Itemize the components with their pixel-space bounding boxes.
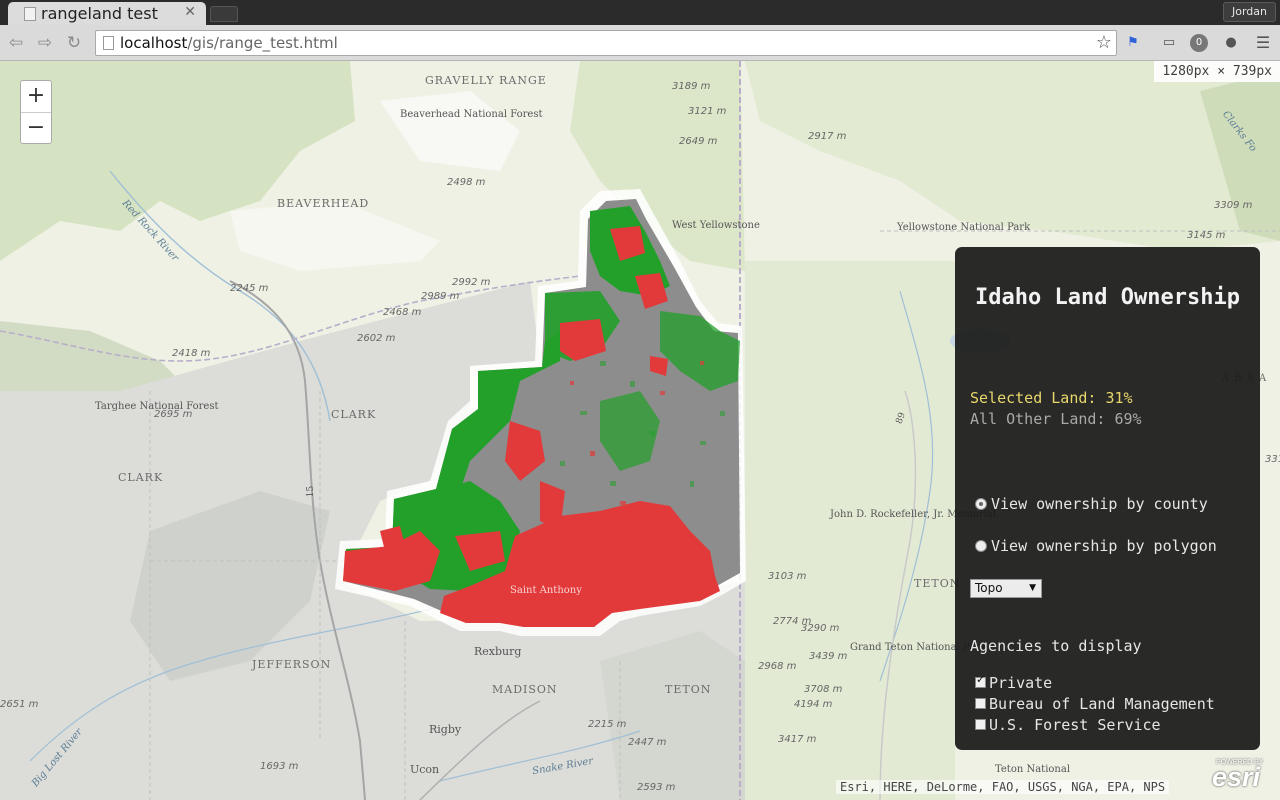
profile-button[interactable]: Jordan bbox=[1223, 2, 1276, 22]
radio-county-label: View ownership by county bbox=[991, 495, 1208, 513]
elevation-label: 2418 m bbox=[172, 348, 211, 359]
reddit-extension-icon[interactable]: ● bbox=[1222, 34, 1240, 52]
agency-private-option[interactable]: Private bbox=[975, 673, 1053, 692]
beaverhead-nf-label: Beaverhead National Forest bbox=[400, 109, 542, 120]
checkbox-icon[interactable] bbox=[975, 698, 986, 709]
rockefeller-label: John D. Rockefeller, Jr. Memorial bbox=[830, 509, 996, 520]
elevation-label: 3189 m bbox=[672, 81, 711, 92]
teton-wy-label: TETON bbox=[914, 577, 961, 590]
elevation-label: 2649 m bbox=[679, 136, 718, 147]
grand-teton-np-label: Grand Teton National Park bbox=[850, 642, 986, 653]
route-15-shield: 15 bbox=[306, 485, 317, 498]
map-attribution: Esri, HERE, DeLorme, FAO, USGS, NGA, EPA… bbox=[836, 780, 1170, 794]
west-yellowstone-label: West Yellowstone bbox=[672, 220, 760, 231]
elevation-label: 2215 m bbox=[588, 719, 627, 730]
elevation-label: 1693 m bbox=[260, 761, 299, 772]
checkbox-checked-icon[interactable] bbox=[975, 673, 986, 688]
tab-title: rangeland test bbox=[41, 4, 158, 23]
st-anthony-label: Saint Anthony bbox=[510, 585, 582, 596]
targhee-nf-label: Targhee National Forest bbox=[95, 401, 218, 412]
elevation-label: 3103 m bbox=[768, 571, 807, 582]
elevation-label: 3317 m bbox=[1265, 454, 1280, 465]
elevation-label: 2602 m bbox=[357, 333, 396, 344]
beaverhead-county-label: BEAVERHEAD bbox=[277, 197, 370, 210]
bookmark-star-icon[interactable]: ☆ bbox=[1096, 32, 1112, 53]
radio-button-icon[interactable] bbox=[975, 540, 987, 552]
rigby-label: Rigby bbox=[429, 723, 462, 736]
elevation-label: 2468 m bbox=[383, 307, 422, 318]
elevation-label: 3145 m bbox=[1187, 230, 1226, 241]
teton-county-label: TETON bbox=[665, 683, 712, 696]
rexburg-label: Rexburg bbox=[474, 645, 522, 658]
agency-usfs-label: U.S. Forest Service bbox=[989, 716, 1161, 734]
esri-logo[interactable]: POWERED BY esri bbox=[1210, 757, 1276, 797]
radio-polygon-label: View ownership by polygon bbox=[991, 537, 1217, 555]
agency-blm-option[interactable]: Bureau of Land Management bbox=[975, 695, 1215, 713]
checkbox-icon[interactable] bbox=[975, 719, 986, 730]
cast-icon[interactable]: ▭ bbox=[1158, 34, 1180, 52]
other-land-stat: All Other Land: 69% bbox=[970, 410, 1142, 428]
reload-icon[interactable]: ↻ bbox=[64, 33, 84, 53]
browser-tab-active[interactable]: rangeland test ✕ bbox=[8, 2, 206, 25]
new-tab-button[interactable] bbox=[210, 6, 238, 22]
agency-private-label: Private bbox=[989, 674, 1053, 692]
elevation-label: 2989 m bbox=[421, 291, 460, 302]
elevation-label: 3290 m bbox=[801, 623, 840, 634]
clark-county-lower-label: CLARK bbox=[118, 471, 164, 484]
page-favicon-icon bbox=[24, 7, 36, 21]
elevation-label: 3417 m bbox=[778, 734, 817, 745]
extension-badge-icon[interactable]: 0 bbox=[1190, 34, 1208, 52]
map-viewport[interactable]: GRAVELLY RANGE Beaverhead National Fores… bbox=[0, 61, 1280, 800]
elevation-label: 2447 m bbox=[628, 737, 667, 748]
jefferson-county-label: JEFFERSON bbox=[252, 658, 332, 671]
dropdown-arrow-icon: ▼ bbox=[1029, 583, 1036, 593]
yellowstone-np-label: Yellowstone National Park bbox=[897, 222, 1030, 233]
url-text[interactable]: localhost/gis/range_test.html bbox=[120, 34, 338, 52]
menu-icon[interactable]: ☰ bbox=[1254, 34, 1272, 52]
clark-county-label: CLARK bbox=[331, 408, 377, 421]
agencies-heading: Agencies to display bbox=[970, 637, 1142, 655]
page-icon bbox=[103, 36, 114, 50]
elevation-label: 2695 m bbox=[154, 409, 193, 420]
radio-button-icon[interactable] bbox=[975, 498, 987, 510]
elevation-label: 2917 m bbox=[808, 131, 847, 142]
elevation-label: 3309 m bbox=[1214, 200, 1253, 211]
madison-county-label: MADISON bbox=[492, 683, 558, 696]
elevation-label: 2651 m bbox=[0, 699, 39, 710]
basemap-select-value: Topo bbox=[975, 581, 1003, 595]
gravelly-range-label: GRAVELLY RANGE bbox=[425, 74, 547, 87]
forward-arrow-icon[interactable]: ⇨ bbox=[35, 33, 55, 53]
elevation-label: 2245 m bbox=[230, 283, 269, 294]
viewport-size-readout: 1280px × 739px bbox=[1154, 61, 1280, 82]
ucon-label: Ucon bbox=[410, 763, 440, 776]
agency-usfs-option[interactable]: U.S. Forest Service bbox=[975, 716, 1161, 734]
radio-view-by-polygon[interactable]: View ownership by polygon bbox=[975, 537, 1217, 555]
close-tab-icon[interactable]: ✕ bbox=[184, 4, 196, 20]
zoom-in-button[interactable]: + bbox=[21, 81, 51, 112]
selected-land-stat: Selected Land: 31% bbox=[970, 389, 1133, 407]
browser-tab-strip: rangeland test ✕ Jordan bbox=[0, 0, 1280, 25]
teton-nf-label: Teton National bbox=[995, 764, 1071, 775]
radio-view-by-county[interactable]: View ownership by county bbox=[975, 495, 1208, 513]
land-ownership-panel: Idaho Land Ownership Selected Land: 31% … bbox=[955, 247, 1260, 750]
elevation-label: 3439 m bbox=[809, 651, 848, 662]
elevation-label: 3708 m bbox=[804, 684, 843, 695]
browser-toolbar: ⇦ ⇨ ↻ localhost/gis/range_test.html ☆ ⚑ … bbox=[0, 25, 1280, 61]
elevation-label: 4194 m bbox=[794, 699, 833, 710]
basemap-select[interactable]: Topo ▼ bbox=[970, 579, 1042, 598]
zoom-out-button[interactable]: − bbox=[21, 112, 51, 143]
elevation-label: 2593 m bbox=[637, 782, 676, 793]
back-arrow-icon[interactable]: ⇦ bbox=[6, 33, 26, 53]
elevation-label: 3121 m bbox=[688, 106, 727, 117]
flag-extension-icon[interactable]: ⚑ bbox=[1124, 34, 1142, 52]
panel-title: Idaho Land Ownership bbox=[975, 285, 1240, 310]
elevation-label: 2968 m bbox=[758, 661, 797, 672]
address-bar[interactable]: localhost/gis/range_test.html ☆ bbox=[95, 30, 1117, 56]
agency-blm-label: Bureau of Land Management bbox=[989, 695, 1215, 713]
elevation-label: 2992 m bbox=[452, 277, 491, 288]
zoom-control: + − bbox=[20, 80, 52, 144]
elevation-label: 2498 m bbox=[447, 177, 486, 188]
